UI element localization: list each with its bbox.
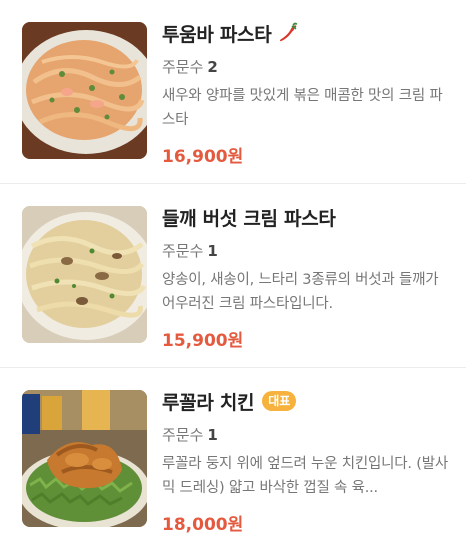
order-count: 주문수 1 xyxy=(162,240,452,262)
menu-item-description: 새우와 양파를 맛있게 볶은 매콤한 맛의 크림 파스타 xyxy=(162,88,443,128)
signature-badge: 대표 xyxy=(262,391,297,411)
menu-item-perilla-mushroom-pasta[interactable]: 들깨 버섯 크림 파스타 주문수 1 양송이, 새송이, 느타리 3종류의 버섯과… xyxy=(0,184,466,368)
menu-item-tuumba-pasta[interactable]: 투움바 파스타 주문수 2 새우와 양파를 맛있게 볶은 매콤한 맛의 크림 파스… xyxy=(0,0,466,184)
menu-item-name: 투움바 파스타 xyxy=(162,23,272,46)
menu-item-name: 루꼴라 치킨 xyxy=(162,391,255,414)
menu-item-price: 16,900원 xyxy=(162,147,244,167)
menu-item-description: 양송이, 새송이, 느타리 3종류의 버섯과 들깨가 어우러진 크림 파스타입니… xyxy=(162,272,439,312)
menu-item-info: 투움바 파스타 주문수 2 새우와 양파를 맛있게 볶은 매콤한 맛의 크림 파스… xyxy=(162,18,452,167)
menu-item-photo xyxy=(22,22,147,159)
menu-item-info: 루꼴라 치킨 대표 주문수 1 루꼴라 둥지 위에 엎드려 누운 치킨입니다. (… xyxy=(162,386,452,535)
order-count: 주문수 2 xyxy=(162,56,452,78)
order-count-label: 주문수 xyxy=(162,242,204,260)
order-count-label: 주문수 xyxy=(162,58,204,76)
menu-item-name: 들깨 버섯 크림 파스타 xyxy=(162,207,336,230)
menu-item-info: 들깨 버섯 크림 파스타 주문수 1 양송이, 새송이, 느타리 3종류의 버섯과… xyxy=(162,202,452,352)
menu-item-photo xyxy=(22,390,147,527)
menu-item-description: 루꼴라 둥지 위에 엎드려 누운 치킨입니다. (발사믹 드레싱) 얇고 바삭한… xyxy=(162,456,448,496)
menu-item-price: 15,900원 xyxy=(162,331,244,351)
menu-item-photo xyxy=(22,206,147,343)
menu-item-arugula-chicken[interactable]: 루꼴라 치킨 대표 주문수 1 루꼴라 둥지 위에 엎드려 누운 치킨입니다. (… xyxy=(0,368,466,554)
order-count: 주문수 1 xyxy=(162,424,452,446)
menu-list: 투움바 파스타 주문수 2 새우와 양파를 맛있게 볶은 매콤한 맛의 크림 파스… xyxy=(0,0,466,554)
order-count-label: 주문수 xyxy=(162,426,204,444)
chili-pepper-icon xyxy=(277,22,299,44)
menu-item-price: 18,000원 xyxy=(162,515,244,535)
order-count-value: 2 xyxy=(207,58,218,76)
order-count-value: 1 xyxy=(207,242,218,260)
order-count-value: 1 xyxy=(207,426,218,444)
